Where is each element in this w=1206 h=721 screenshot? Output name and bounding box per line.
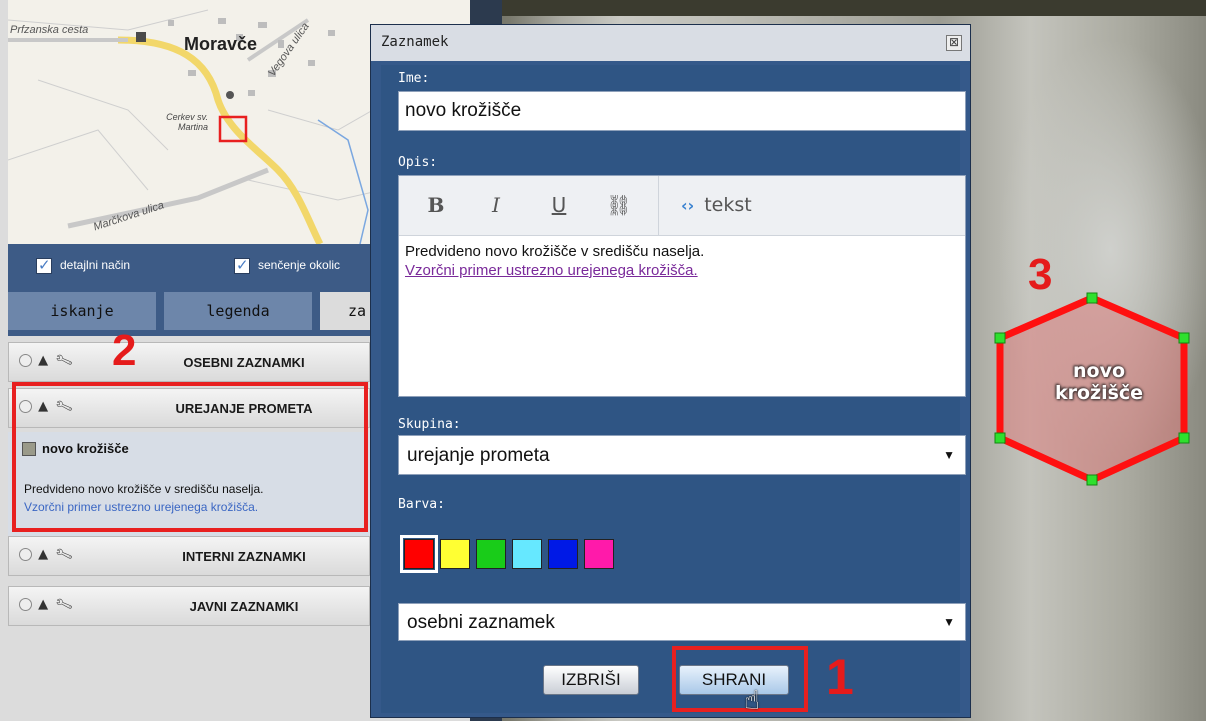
description-editor[interactable]: B I U ⛓ ‹› tekst Predvideno novo krožišče… [398, 175, 966, 397]
collapse-triangle-icon[interactable]: ▲ [38, 597, 50, 612]
color-swatch-yellow[interactable] [440, 539, 470, 569]
group-label: OSEBNI ZAZNAMKI [183, 355, 305, 370]
annotation-number-3: 3 [1028, 250, 1053, 299]
type-select[interactable]: osebni zaznamek ▼ [398, 603, 966, 641]
map-top-strip [470, 0, 1206, 16]
color-swatch-magenta[interactable] [584, 539, 614, 569]
polygon-label: novo krožišče [1054, 360, 1144, 404]
editor-content[interactable]: Predvideno novo krožišče v središču nase… [405, 242, 961, 280]
group-controls: ▲ 🔧︎ [19, 350, 77, 371]
code-chevron-icon: ‹› [681, 196, 695, 215]
wrench-icon[interactable]: 🔧︎ [54, 544, 77, 564]
wrench-icon[interactable]: 🔧︎ [54, 350, 77, 370]
group-radio[interactable] [19, 354, 32, 367]
type-select-value: osebni zaznamek [407, 612, 555, 633]
collapse-triangle-icon[interactable]: ▲ [38, 353, 50, 368]
group-label: JAVNI ZAZNAMKI [189, 599, 299, 614]
group-label: INTERNI ZAZNAMKI [182, 549, 306, 564]
bold-button[interactable]: B [421, 190, 451, 220]
map-road-label: Prfzanska cesta [10, 24, 89, 36]
toolbar-divider [658, 176, 659, 236]
shading-checkbox[interactable] [234, 256, 250, 274]
collapse-triangle-icon[interactable]: ▲ [38, 547, 50, 562]
description-label: Opis: [398, 155, 438, 170]
group-public[interactable]: ▲ 🔧︎ JAVNI ZAZNAMKI [8, 586, 370, 626]
annotation-box-save [672, 646, 808, 712]
color-swatch-blue[interactable] [548, 539, 578, 569]
map-town-name: Moravče [184, 34, 258, 54]
group-controls: ▲ 🔧︎ [19, 594, 77, 615]
group-select-label: Skupina: [398, 417, 461, 432]
group-radio[interactable] [19, 548, 32, 561]
group-controls: ▲ 🔧︎ [19, 544, 77, 565]
map-church-label: Cerkev sv. Martina [166, 112, 208, 132]
underline-button[interactable]: U [544, 190, 574, 220]
source-toggle-label: tekst [704, 194, 752, 216]
color-picker [398, 535, 698, 575]
link-icon[interactable]: ⛓ [604, 190, 634, 220]
detail-mode-label: detajlni način [60, 258, 131, 272]
annotation-box-group [12, 382, 368, 532]
tab-legend[interactable]: legenda [164, 292, 312, 330]
chevron-down-icon: ▼ [943, 615, 955, 629]
delete-button[interactable]: IZBRIŠI [543, 665, 639, 695]
dialog-body: Ime: Opis: B I U ⛓ ‹› tekst Predvideno no… [381, 65, 966, 713]
annotation-number-1: 1 [826, 649, 854, 705]
shading-label: senčenje okolic [258, 258, 341, 272]
detail-mode-checkbox[interactable] [36, 256, 52, 274]
italic-button[interactable]: I [481, 190, 511, 220]
color-label: Barva: [398, 497, 445, 512]
chevron-down-icon: ▼ [943, 448, 955, 462]
name-input[interactable] [399, 92, 965, 130]
dialog-title: Zaznamek [381, 34, 449, 50]
color-swatch-cyan[interactable] [512, 539, 542, 569]
close-icon[interactable]: ⊠ [946, 35, 962, 51]
wrench-icon[interactable]: 🔧︎ [54, 594, 77, 614]
group-select-value: urejanje prometa [407, 445, 550, 466]
annotation-number-2: 2 [112, 326, 137, 375]
color-swatch-red[interactable] [400, 535, 438, 573]
name-field[interactable] [398, 91, 966, 131]
group-radio[interactable] [19, 598, 32, 611]
group-personal[interactable]: ▲ 🔧︎ OSEBNI ZAZNAMKI [8, 342, 370, 382]
editor-toolbar: B I U ⛓ ‹› tekst [399, 176, 965, 236]
group-internal[interactable]: ▲ 🔧︎ INTERNI ZAZNAMKI [8, 536, 370, 576]
hand-cursor-icon: ☝ [744, 686, 760, 716]
editor-link[interactable]: Vzorčni primer ustrezno urejenega krožiš… [405, 261, 961, 280]
editor-text: Predvideno novo krožišče v središču nase… [405, 243, 705, 260]
name-label: Ime: [398, 71, 430, 86]
bookmark-dialog: Zaznamek ⊠ Ime: Opis: B I U ⛓ ‹› tekst Pr… [370, 24, 971, 718]
tab-search[interactable]: iskanje [8, 292, 156, 330]
color-swatch-green[interactable] [476, 539, 506, 569]
dialog-titlebar[interactable]: Zaznamek ⊠ [371, 25, 970, 61]
group-select[interactable]: urejanje prometa ▼ [398, 435, 966, 475]
source-toggle[interactable]: ‹› tekst [681, 194, 752, 216]
